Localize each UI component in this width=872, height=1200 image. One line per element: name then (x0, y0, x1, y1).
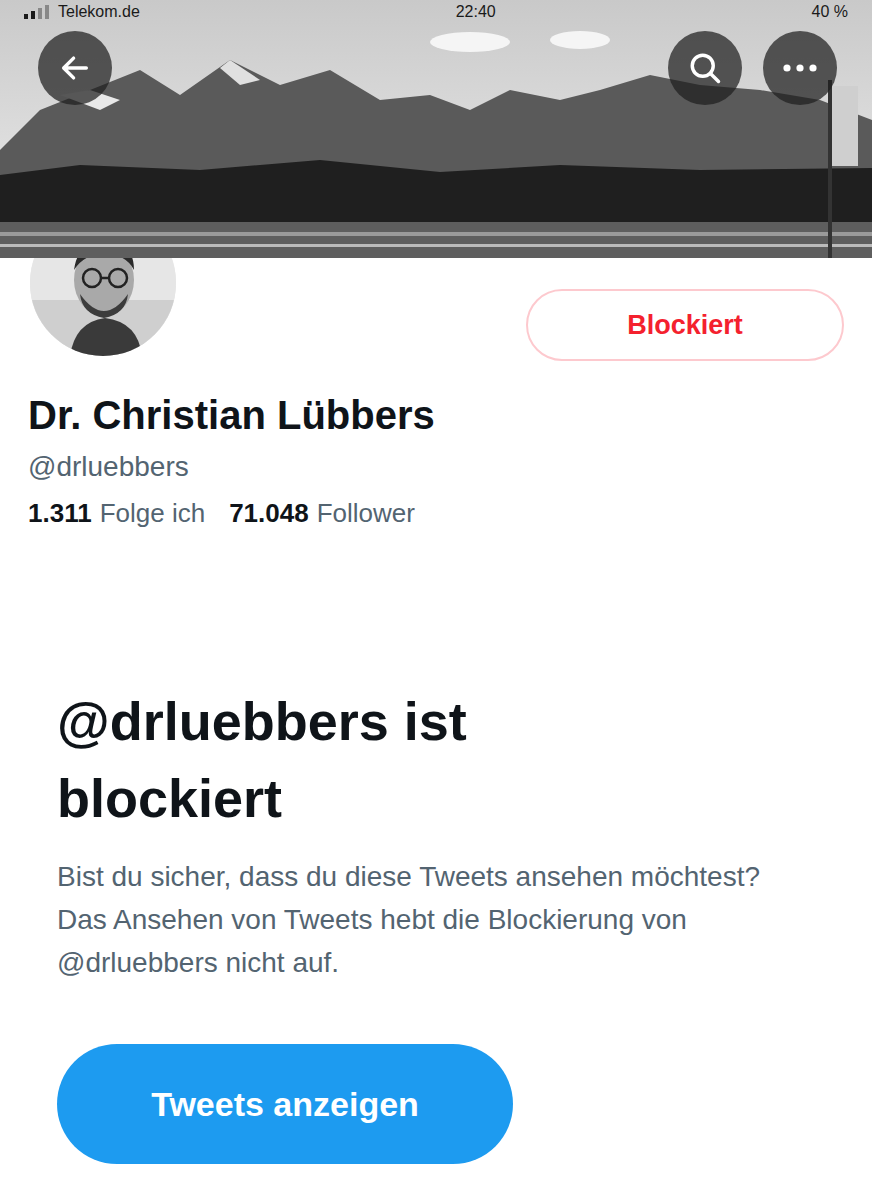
following-number: 1.311 (28, 498, 92, 528)
signal-icon (24, 5, 52, 19)
back-arrow-icon (58, 51, 92, 85)
search-button[interactable] (668, 31, 742, 105)
blocked-button[interactable]: Blockiert (526, 289, 844, 361)
followers-count[interactable]: 71.048 Follower (229, 495, 415, 531)
following-count[interactable]: 1.311 Folge ich (28, 495, 205, 531)
notice-title: @drluebbers ist blockiert (57, 683, 617, 837)
banner-photo (0, 0, 872, 258)
battery-level: 40 % (812, 3, 848, 21)
blocked-notice: @drluebbers ist blockiert Bist du sicher… (0, 683, 872, 1164)
clock: 22:40 (456, 3, 496, 21)
status-bar: Telekom.de 22:40 40 % (0, 3, 872, 21)
profile-info: Dr. Christian Lübbers @drluebbers 1.311 F… (0, 391, 872, 531)
followers-number: 71.048 (229, 498, 309, 528)
user-handle: @drluebbers (28, 449, 844, 485)
notice-text: Bist du sicher, dass du diese Tweets ans… (57, 855, 777, 984)
blocked-label: Blockiert (627, 310, 743, 341)
profile-banner: Telekom.de 22:40 40 % (0, 0, 872, 258)
show-tweets-label: Tweets anzeigen (151, 1085, 419, 1124)
show-tweets-button[interactable]: Tweets anzeigen (57, 1044, 513, 1164)
carrier-label: Telekom.de (58, 3, 140, 21)
display-name: Dr. Christian Lübbers (28, 391, 844, 439)
follow-counts: 1.311 Folge ich 71.048 Follower (28, 495, 844, 531)
search-icon (687, 50, 723, 86)
following-label: Folge ich (100, 498, 206, 528)
more-button[interactable] (763, 31, 837, 105)
back-button[interactable] (38, 31, 112, 105)
followers-label: Follower (317, 498, 415, 528)
profile-header: Blockiert (0, 258, 872, 361)
ellipsis-icon (782, 63, 818, 73)
